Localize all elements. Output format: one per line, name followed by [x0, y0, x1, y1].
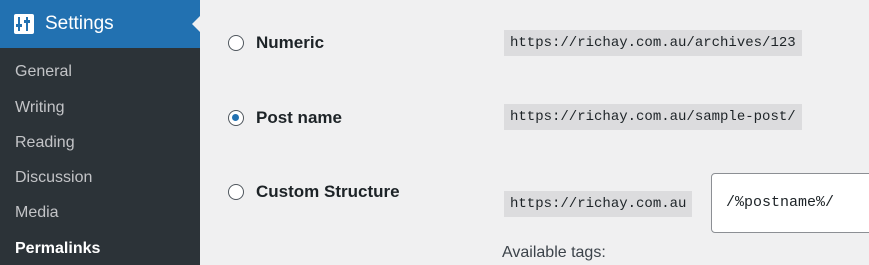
sidebar-menu-settings[interactable]: Settings: [0, 0, 200, 48]
custom-structure-base-url: https://richay.com.au: [504, 191, 693, 217]
numeric-label: Numeric: [256, 33, 325, 52]
permalink-option-numeric[interactable]: Numeric: [228, 32, 324, 54]
settings-submenu: General Writing Reading Discussion Media…: [0, 48, 200, 265]
custom-structure-input[interactable]: /%postname%/: [711, 173, 869, 233]
settings-sliders-icon: [14, 14, 34, 34]
custom-structure-radio[interactable]: [228, 184, 244, 200]
submenu-item-permalinks[interactable]: Permalinks: [15, 239, 100, 259]
custom-structure-label: Custom Structure: [256, 182, 400, 201]
submenu-item-reading[interactable]: Reading: [15, 133, 75, 153]
submenu-item-writing[interactable]: Writing: [15, 98, 65, 118]
submenu-item-media[interactable]: Media: [15, 203, 59, 223]
numeric-radio[interactable]: [228, 35, 244, 51]
post-name-example-url: https://richay.com.au/sample-post/: [504, 104, 802, 130]
post-name-label: Post name: [256, 108, 342, 127]
available-tags-label: Available tags:: [502, 244, 606, 261]
permalink-option-custom-structure[interactable]: Custom Structure: [228, 181, 400, 203]
submenu-item-general[interactable]: General: [15, 62, 72, 82]
sidebar-menu-settings-label: Settings: [45, 13, 114, 34]
post-name-radio[interactable]: [228, 110, 244, 126]
wp-admin-screen: Settings General Writing Reading Discuss…: [0, 0, 869, 265]
submenu-item-discussion[interactable]: Discussion: [15, 168, 92, 188]
permalink-option-post-name[interactable]: Post name: [228, 107, 342, 129]
admin-sidebar: Settings General Writing Reading Discuss…: [0, 0, 200, 265]
current-menu-arrow: [192, 16, 200, 32]
permalink-settings-panel: Numeric https://richay.com.au/archives/1…: [200, 0, 869, 265]
numeric-example-url: https://richay.com.au/archives/123: [504, 30, 802, 56]
